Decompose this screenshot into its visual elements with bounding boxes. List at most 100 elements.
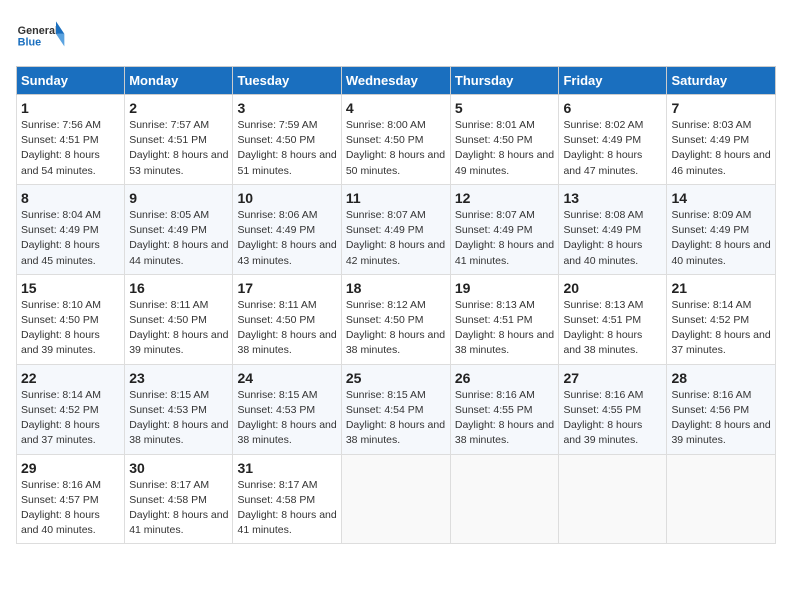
day-number: 8 <box>21 190 120 206</box>
day-header-tuesday: Tuesday <box>233 67 341 95</box>
calendar-body: 1 Sunrise: 7:56 AM Sunset: 4:51 PM Dayli… <box>17 95 776 544</box>
day-detail: Sunrise: 8:09 AM Sunset: 4:49 PM Dayligh… <box>671 208 771 269</box>
calendar-cell: 22 Sunrise: 8:14 AM Sunset: 4:52 PM Dayl… <box>17 364 125 454</box>
day-number: 18 <box>346 280 446 296</box>
day-number: 27 <box>563 370 662 386</box>
calendar-cell <box>559 454 667 544</box>
calendar-cell: 8 Sunrise: 8:04 AM Sunset: 4:49 PM Dayli… <box>17 184 125 274</box>
day-number: 21 <box>671 280 771 296</box>
calendar-cell <box>450 454 559 544</box>
day-number: 10 <box>237 190 336 206</box>
calendar-cell: 15 Sunrise: 8:10 AM Sunset: 4:50 PM Dayl… <box>17 274 125 364</box>
day-header-monday: Monday <box>125 67 233 95</box>
day-detail: Sunrise: 8:15 AM Sunset: 4:53 PM Dayligh… <box>129 388 228 449</box>
calendar-cell: 24 Sunrise: 8:15 AM Sunset: 4:53 PM Dayl… <box>233 364 341 454</box>
calendar-cell: 14 Sunrise: 8:09 AM Sunset: 4:49 PM Dayl… <box>667 184 776 274</box>
day-number: 3 <box>237 100 336 116</box>
svg-text:General: General <box>18 25 58 37</box>
calendar-week-1: 1 Sunrise: 7:56 AM Sunset: 4:51 PM Dayli… <box>17 95 776 185</box>
day-number: 2 <box>129 100 228 116</box>
day-number: 13 <box>563 190 662 206</box>
day-header-sunday: Sunday <box>17 67 125 95</box>
day-detail: Sunrise: 8:14 AM Sunset: 4:52 PM Dayligh… <box>21 388 120 449</box>
calendar-cell: 27 Sunrise: 8:16 AM Sunset: 4:55 PM Dayl… <box>559 364 667 454</box>
day-number: 24 <box>237 370 336 386</box>
day-detail: Sunrise: 8:01 AM Sunset: 4:50 PM Dayligh… <box>455 118 555 179</box>
calendar-cell: 13 Sunrise: 8:08 AM Sunset: 4:49 PM Dayl… <box>559 184 667 274</box>
calendar-cell: 10 Sunrise: 8:06 AM Sunset: 4:49 PM Dayl… <box>233 184 341 274</box>
day-detail: Sunrise: 8:14 AM Sunset: 4:52 PM Dayligh… <box>671 298 771 359</box>
calendar-week-5: 29 Sunrise: 8:16 AM Sunset: 4:57 PM Dayl… <box>17 454 776 544</box>
day-detail: Sunrise: 8:07 AM Sunset: 4:49 PM Dayligh… <box>455 208 555 269</box>
day-number: 26 <box>455 370 555 386</box>
day-header-wednesday: Wednesday <box>341 67 450 95</box>
calendar-header-row: SundayMondayTuesdayWednesdayThursdayFrid… <box>17 67 776 95</box>
day-detail: Sunrise: 8:03 AM Sunset: 4:49 PM Dayligh… <box>671 118 771 179</box>
calendar-cell: 1 Sunrise: 7:56 AM Sunset: 4:51 PM Dayli… <box>17 95 125 185</box>
day-detail: Sunrise: 8:16 AM Sunset: 4:56 PM Dayligh… <box>671 388 771 449</box>
day-number: 11 <box>346 190 446 206</box>
calendar-cell: 12 Sunrise: 8:07 AM Sunset: 4:49 PM Dayl… <box>450 184 559 274</box>
day-number: 17 <box>237 280 336 296</box>
day-number: 28 <box>671 370 771 386</box>
calendar-week-2: 8 Sunrise: 8:04 AM Sunset: 4:49 PM Dayli… <box>17 184 776 274</box>
day-detail: Sunrise: 8:16 AM Sunset: 4:55 PM Dayligh… <box>563 388 662 449</box>
day-detail: Sunrise: 8:13 AM Sunset: 4:51 PM Dayligh… <box>455 298 555 359</box>
day-detail: Sunrise: 8:08 AM Sunset: 4:49 PM Dayligh… <box>563 208 662 269</box>
day-detail: Sunrise: 7:56 AM Sunset: 4:51 PM Dayligh… <box>21 118 120 179</box>
day-number: 9 <box>129 190 228 206</box>
day-detail: Sunrise: 8:16 AM Sunset: 4:57 PM Dayligh… <box>21 478 120 539</box>
day-detail: Sunrise: 8:11 AM Sunset: 4:50 PM Dayligh… <box>237 298 336 359</box>
calendar-cell: 4 Sunrise: 8:00 AM Sunset: 4:50 PM Dayli… <box>341 95 450 185</box>
day-number: 5 <box>455 100 555 116</box>
svg-text:Blue: Blue <box>18 37 41 49</box>
calendar-cell: 2 Sunrise: 7:57 AM Sunset: 4:51 PM Dayli… <box>125 95 233 185</box>
day-detail: Sunrise: 8:04 AM Sunset: 4:49 PM Dayligh… <box>21 208 120 269</box>
day-header-thursday: Thursday <box>450 67 559 95</box>
day-detail: Sunrise: 7:59 AM Sunset: 4:50 PM Dayligh… <box>237 118 336 179</box>
calendar-cell: 30 Sunrise: 8:17 AM Sunset: 4:58 PM Dayl… <box>125 454 233 544</box>
calendar-cell: 18 Sunrise: 8:12 AM Sunset: 4:50 PM Dayl… <box>341 274 450 364</box>
calendar-cell: 17 Sunrise: 8:11 AM Sunset: 4:50 PM Dayl… <box>233 274 341 364</box>
day-detail: Sunrise: 7:57 AM Sunset: 4:51 PM Dayligh… <box>129 118 228 179</box>
day-detail: Sunrise: 8:00 AM Sunset: 4:50 PM Dayligh… <box>346 118 446 179</box>
calendar-table: SundayMondayTuesdayWednesdayThursdayFrid… <box>16 66 776 544</box>
calendar-cell: 23 Sunrise: 8:15 AM Sunset: 4:53 PM Dayl… <box>125 364 233 454</box>
day-detail: Sunrise: 8:11 AM Sunset: 4:50 PM Dayligh… <box>129 298 228 359</box>
day-detail: Sunrise: 8:17 AM Sunset: 4:58 PM Dayligh… <box>129 478 228 539</box>
calendar-cell: 31 Sunrise: 8:17 AM Sunset: 4:58 PM Dayl… <box>233 454 341 544</box>
day-detail: Sunrise: 8:05 AM Sunset: 4:49 PM Dayligh… <box>129 208 228 269</box>
calendar-cell: 11 Sunrise: 8:07 AM Sunset: 4:49 PM Dayl… <box>341 184 450 274</box>
logo-icon: General Blue <box>16 16 66 56</box>
calendar-cell: 29 Sunrise: 8:16 AM Sunset: 4:57 PM Dayl… <box>17 454 125 544</box>
calendar-cell: 16 Sunrise: 8:11 AM Sunset: 4:50 PM Dayl… <box>125 274 233 364</box>
day-number: 22 <box>21 370 120 386</box>
calendar-cell: 26 Sunrise: 8:16 AM Sunset: 4:55 PM Dayl… <box>450 364 559 454</box>
calendar-cell: 9 Sunrise: 8:05 AM Sunset: 4:49 PM Dayli… <box>125 184 233 274</box>
day-number: 31 <box>237 460 336 476</box>
day-number: 30 <box>129 460 228 476</box>
day-number: 25 <box>346 370 446 386</box>
day-detail: Sunrise: 8:13 AM Sunset: 4:51 PM Dayligh… <box>563 298 662 359</box>
day-number: 7 <box>671 100 771 116</box>
day-number: 23 <box>129 370 228 386</box>
day-detail: Sunrise: 8:15 AM Sunset: 4:53 PM Dayligh… <box>237 388 336 449</box>
calendar-cell: 6 Sunrise: 8:02 AM Sunset: 4:49 PM Dayli… <box>559 95 667 185</box>
calendar-cell: 25 Sunrise: 8:15 AM Sunset: 4:54 PM Dayl… <box>341 364 450 454</box>
day-detail: Sunrise: 8:02 AM Sunset: 4:49 PM Dayligh… <box>563 118 662 179</box>
day-number: 6 <box>563 100 662 116</box>
page-header: General Blue <box>16 16 776 56</box>
day-detail: Sunrise: 8:17 AM Sunset: 4:58 PM Dayligh… <box>237 478 336 539</box>
day-detail: Sunrise: 8:12 AM Sunset: 4:50 PM Dayligh… <box>346 298 446 359</box>
calendar-cell <box>341 454 450 544</box>
calendar-cell: 7 Sunrise: 8:03 AM Sunset: 4:49 PM Dayli… <box>667 95 776 185</box>
calendar-cell: 28 Sunrise: 8:16 AM Sunset: 4:56 PM Dayl… <box>667 364 776 454</box>
calendar-cell: 21 Sunrise: 8:14 AM Sunset: 4:52 PM Dayl… <box>667 274 776 364</box>
calendar-cell <box>667 454 776 544</box>
day-detail: Sunrise: 8:10 AM Sunset: 4:50 PM Dayligh… <box>21 298 120 359</box>
calendar-cell: 20 Sunrise: 8:13 AM Sunset: 4:51 PM Dayl… <box>559 274 667 364</box>
day-header-friday: Friday <box>559 67 667 95</box>
calendar-week-4: 22 Sunrise: 8:14 AM Sunset: 4:52 PM Dayl… <box>17 364 776 454</box>
day-header-saturday: Saturday <box>667 67 776 95</box>
day-detail: Sunrise: 8:06 AM Sunset: 4:49 PM Dayligh… <box>237 208 336 269</box>
